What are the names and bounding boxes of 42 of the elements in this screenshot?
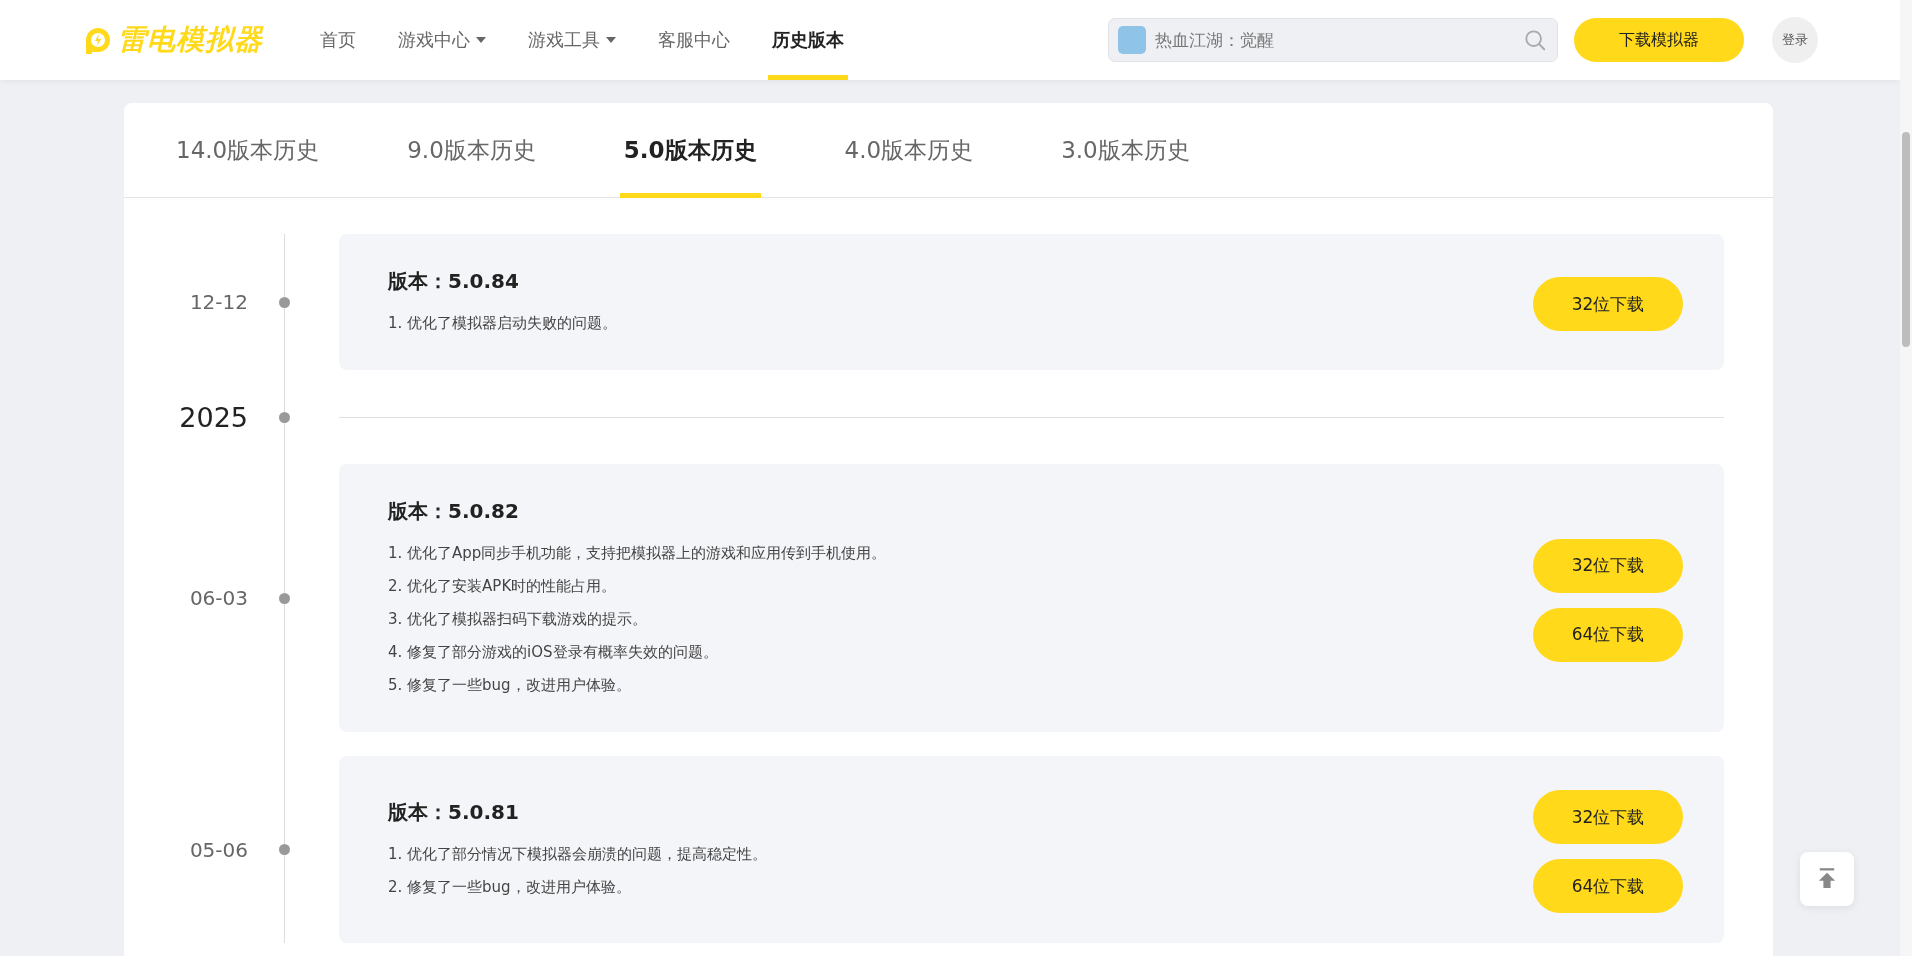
download-button[interactable]: 下载模拟器 bbox=[1574, 18, 1744, 62]
download-button[interactable]: 32位下载 bbox=[1533, 277, 1683, 331]
timeline-dot bbox=[279, 844, 290, 855]
release-note: 3. 优化了模拟器扫码下载游戏的提示。 bbox=[388, 609, 649, 630]
nav-link[interactable]: 游戏工具 bbox=[524, 0, 620, 80]
release-note: 1. 优化了部分情况下模拟器会崩溃的问题，提高稳定性。 bbox=[388, 844, 769, 865]
timeline-dot bbox=[279, 411, 290, 423]
download-button[interactable]: 32位下载 bbox=[1533, 538, 1683, 593]
year-label: 2025 bbox=[178, 401, 248, 433]
release-note: 2. 修复了一些bug，改进用户体验。 bbox=[388, 877, 632, 898]
download-button[interactable]: 64位下载 bbox=[1533, 859, 1683, 913]
nav-link[interactable]: 游戏中心 bbox=[394, 0, 490, 80]
version-tab[interactable]: 4.0版本历史 bbox=[840, 103, 978, 198]
search-field[interactable]: 热血江湖：觉醒 bbox=[1108, 18, 1558, 62]
release-note: 5. 修复了一些bug，改进用户体验。 bbox=[388, 675, 632, 696]
version-title: 版本：5.0.82 bbox=[388, 498, 520, 525]
login-button[interactable]: 登录 bbox=[1772, 17, 1818, 63]
release-note: 1. 优化了模拟器启动失败的问题。 bbox=[388, 313, 619, 334]
back-to-top-button[interactable] bbox=[1800, 852, 1854, 906]
arrow-to-top-icon bbox=[1818, 868, 1836, 890]
version-tab[interactable]: 9.0版本历史 bbox=[403, 103, 540, 198]
version-tab[interactable]: 5.0版本历史 bbox=[619, 103, 761, 198]
timeline-dot bbox=[279, 296, 290, 308]
nav-link[interactable]: 客服中心 bbox=[654, 0, 734, 80]
release-date: 05-06 bbox=[188, 837, 248, 862]
release-date: 06-03 bbox=[188, 586, 248, 610]
version-title: 版本：5.0.81 bbox=[388, 799, 520, 826]
version-tab[interactable]: 3.0版本历史 bbox=[1057, 103, 1194, 198]
release-date: 12-12 bbox=[188, 290, 248, 314]
nav-link[interactable]: 历史版本 bbox=[768, 0, 848, 80]
timeline-dot bbox=[279, 592, 290, 604]
download-button[interactable]: 32位下载 bbox=[1533, 790, 1683, 844]
version-tab[interactable]: 14.0版本历史 bbox=[172, 103, 324, 198]
scrollbar[interactable] bbox=[1900, 0, 1912, 956]
game-thumbnail-placeholder bbox=[1118, 26, 1146, 54]
download-button[interactable]: 64位下载 bbox=[1533, 607, 1683, 662]
release-note: 1. 优化了App同步手机功能，支持把模拟器上的游戏和应用传到手机使用。 bbox=[388, 543, 888, 564]
search-icon[interactable] bbox=[1524, 29, 1546, 51]
release-note: 2. 优化了安装APK时的性能占用。 bbox=[388, 576, 618, 597]
version-title: 版本：5.0.84 bbox=[388, 268, 520, 295]
nav-link[interactable]: 首页 bbox=[316, 0, 360, 80]
release-note: 4. 修复了部分游戏的iOS登录有概率失效的问题。 bbox=[388, 642, 719, 663]
